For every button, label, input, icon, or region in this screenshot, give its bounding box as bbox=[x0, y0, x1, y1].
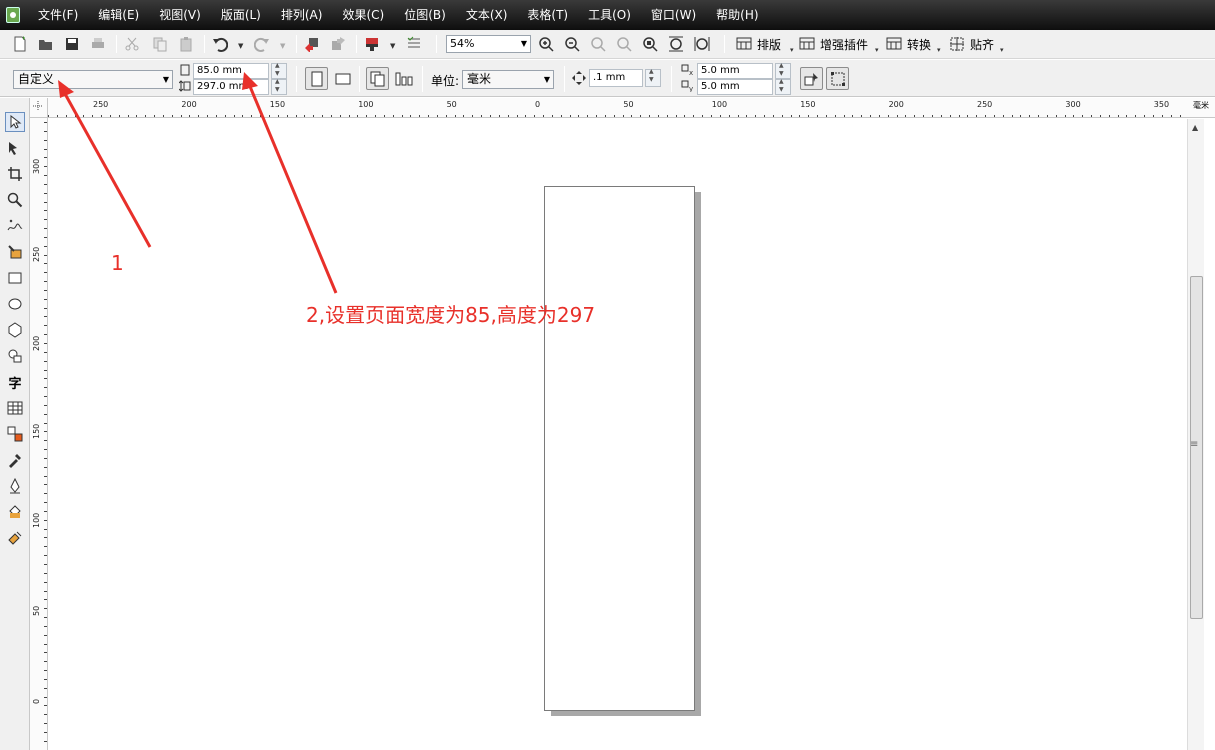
annotation-arrow-2 bbox=[242, 72, 338, 294]
annotation-arrow-1 bbox=[58, 80, 152, 248]
annotation-arrows bbox=[58, 72, 338, 294]
ruler-origin-icon bbox=[33, 101, 43, 111]
annotation-step-2: 2,设置页面宽度为85,高度为297 bbox=[306, 303, 596, 327]
ruler-origin-corner[interactable] bbox=[30, 98, 48, 118]
annotation-step-1: 1 bbox=[111, 251, 124, 275]
